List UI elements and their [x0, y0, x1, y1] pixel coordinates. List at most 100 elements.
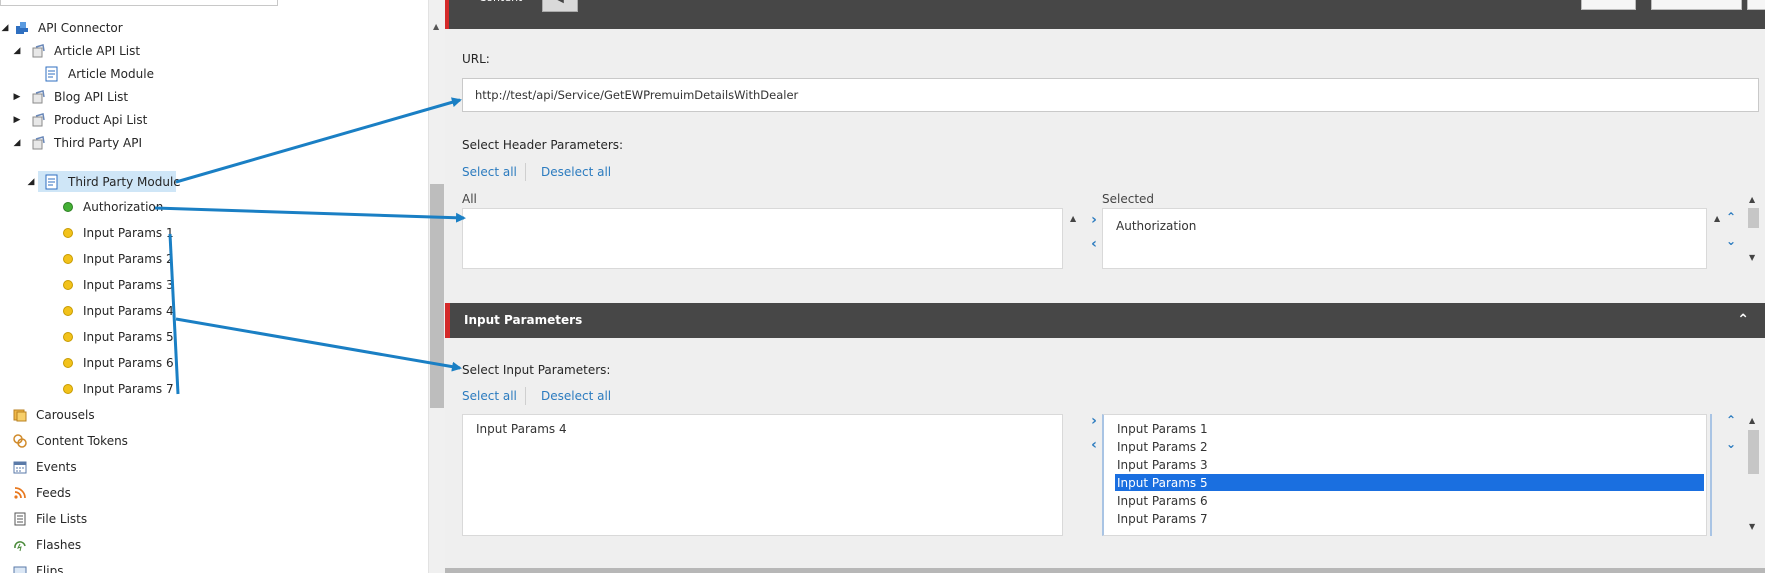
url-input[interactable]: http://test/api/Service/GetEWPremuimDeta…	[462, 78, 1759, 112]
calendar-icon	[12, 459, 28, 475]
header-deselect-all-link[interactable]: Deselect all	[541, 165, 611, 179]
api-connector-icon	[14, 20, 30, 36]
move-down-icon[interactable]: ⌄	[1726, 437, 1736, 451]
list-item-selected[interactable]: Input Params 5	[1117, 476, 1208, 490]
tree-item-label: Events	[36, 460, 77, 474]
input-selected-listbox[interactable]: Input Params 1 Input Params 2 Input Para…	[1102, 414, 1707, 536]
tree-item-events[interactable]: Events	[12, 456, 79, 478]
section-title: Input Parameters	[464, 313, 583, 327]
move-down-icon[interactable]: ⌄	[1726, 234, 1736, 248]
tree-item-input-params-3[interactable]: Input Params 3	[63, 274, 176, 296]
tree-item-label: Flashes	[36, 538, 82, 552]
tree-item-label: Product Api List	[54, 113, 148, 127]
list-item[interactable]: Input Params 6	[1117, 494, 1208, 508]
header-selected-scrollbar[interactable]: ▲	[1710, 208, 1726, 269]
list-item[interactable]: Input Params 1	[1117, 422, 1208, 436]
collapsed-toggle-icon[interactable]: ▶	[12, 92, 22, 102]
tree-item-flips[interactable]: Flips	[12, 560, 65, 573]
collapse-section-icon[interactable]: ⌃	[1737, 312, 1749, 328]
scrollbar-thumb[interactable]	[1748, 430, 1759, 474]
toolbar-button-1[interactable]	[1581, 0, 1636, 10]
tree-item-label: Carousels	[36, 408, 95, 422]
tree-item-content-tokens[interactable]: Content Tokens	[12, 430, 130, 452]
scroll-up-icon[interactable]: ▲	[1070, 214, 1076, 223]
tree-item-input-params-7[interactable]: Input Params 7	[63, 378, 176, 400]
tab-navigate-back-icon[interactable]: ◀	[542, 0, 578, 12]
tree-item-input-params-5[interactable]: Input Params 5	[63, 326, 176, 348]
tree-item-file-lists[interactable]: File Lists	[12, 508, 89, 530]
move-right-icon[interactable]: ›	[1086, 212, 1102, 228]
input-all-scrollbar[interactable]	[1066, 414, 1082, 536]
yellow-dot-icon	[63, 280, 73, 290]
tree-item-carousels[interactable]: Carousels	[12, 404, 97, 426]
scroll-down-icon[interactable]: ▼	[1749, 522, 1755, 531]
header-all-scrollbar[interactable]: ▲	[1066, 208, 1082, 269]
expand-toggle-icon[interactable]: ◢	[12, 46, 22, 56]
tree-item-feeds[interactable]: Feeds	[12, 482, 73, 504]
scroll-up-icon[interactable]: ▲	[1749, 195, 1755, 204]
module-icon	[44, 174, 60, 190]
tree-item-third-party-module[interactable]: ◢ Third Party Module	[26, 171, 183, 193]
scrollbar-thumb[interactable]	[1748, 208, 1759, 228]
input-deselect-all-link[interactable]: Deselect all	[541, 389, 611, 403]
flip-icon	[12, 563, 28, 573]
toolbar-button-3[interactable]	[1747, 0, 1765, 10]
input-parameters-section-header[interactable]: Input Parameters ⌃	[445, 303, 1765, 338]
tree-item-label: Input Params 1	[83, 226, 174, 240]
move-left-icon[interactable]: ‹	[1086, 437, 1102, 453]
move-up-icon[interactable]: ⌃	[1726, 210, 1736, 224]
move-right-icon[interactable]: ›	[1086, 413, 1102, 429]
scroll-down-icon[interactable]: ▼	[1749, 253, 1755, 262]
collapsed-toggle-icon[interactable]: ▶	[12, 115, 22, 125]
tree-scrollbar-thumb[interactable]	[430, 184, 444, 408]
tree-item-flashes[interactable]: Flashes	[12, 534, 83, 556]
tree-item-product-api-list[interactable]: ▶ Product Api List	[12, 109, 149, 131]
tree-item-label: Blog API List	[54, 90, 129, 104]
yellow-dot-icon	[63, 228, 73, 238]
header-selected-caption: Selected	[1102, 192, 1155, 206]
input-all-listbox[interactable]: Input Params 4	[462, 414, 1063, 536]
scroll-up-icon[interactable]: ▲	[1749, 416, 1755, 425]
expand-toggle-icon[interactable]: ◢	[12, 138, 22, 148]
tree-item-input-params-2[interactable]: Input Params 2	[63, 248, 176, 270]
tree-scrollbar[interactable]: ▲	[428, 0, 445, 573]
input-selected-scrollbar[interactable]	[1710, 414, 1726, 536]
list-item[interactable]: Input Params 4	[476, 422, 567, 436]
link-divider	[525, 163, 526, 181]
move-left-icon[interactable]: ‹	[1086, 236, 1102, 252]
tree-item-label: Input Params 6	[83, 356, 174, 370]
input-select-all-link[interactable]: Select all	[462, 389, 517, 403]
header-selected-listbox[interactable]: Authorization	[1102, 208, 1707, 269]
tree-item-label: Article API List	[54, 44, 141, 58]
module-icon	[44, 66, 60, 82]
list-item[interactable]: Input Params 7	[1117, 512, 1208, 526]
list-item[interactable]: Input Params 2	[1117, 440, 1208, 454]
tree-item-input-params-1[interactable]: Input Params 1	[63, 222, 176, 244]
tree-item-third-party-api[interactable]: ◢ Third Party API	[12, 132, 144, 154]
header-select-all-link[interactable]: Select all	[462, 165, 517, 179]
toolbar-button-2[interactable]	[1651, 0, 1742, 10]
tree-search-input[interactable]	[0, 0, 278, 6]
input-order-scrollbar[interactable]: ▲ ▼	[1745, 414, 1761, 536]
expand-toggle-icon[interactable]: ◢	[0, 23, 10, 33]
tree-item-article-api-list[interactable]: ◢ Article API List	[12, 40, 142, 62]
header-all-listbox[interactable]	[462, 208, 1063, 269]
tree-item-authorization[interactable]: Authorization	[63, 196, 165, 218]
tree-item-api-connector[interactable]: ◢ API Connector	[0, 17, 125, 39]
tree-item-label: Article Module	[68, 67, 154, 81]
expand-toggle-icon[interactable]: ◢	[26, 177, 36, 187]
tree-item-label: File Lists	[36, 512, 88, 526]
scroll-up-icon[interactable]: ▲	[433, 22, 439, 31]
editor-tab-bar	[445, 0, 1765, 29]
move-up-icon[interactable]: ⌃	[1726, 413, 1736, 427]
tab-content[interactable]: Content	[461, 0, 540, 16]
header-order-scrollbar[interactable]: ▲ ▼	[1745, 195, 1761, 267]
tree-item-article-module[interactable]: Article Module	[44, 63, 156, 85]
tree-item-input-params-6[interactable]: Input Params 6	[63, 352, 176, 374]
scroll-up-icon[interactable]: ▲	[1714, 214, 1720, 223]
tree-item-input-params-4[interactable]: Input Params 4	[63, 300, 176, 322]
green-dot-icon	[63, 202, 73, 212]
tree-item-blog-api-list[interactable]: ▶ Blog API List	[12, 86, 130, 108]
list-item[interactable]: Input Params 3	[1117, 458, 1208, 472]
list-item[interactable]: Authorization	[1116, 219, 1196, 233]
